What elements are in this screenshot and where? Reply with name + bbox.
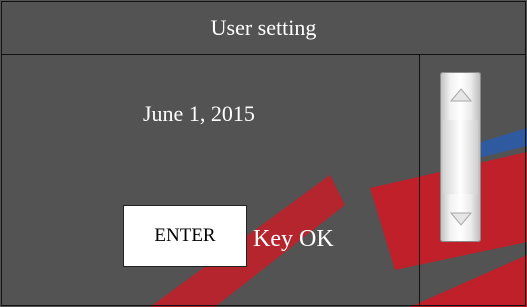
column-divider — [419, 55, 420, 305]
title-bar: User setting — [2, 2, 525, 54]
vertical-scrollbar[interactable] — [440, 72, 481, 242]
enter-button[interactable]: ENTER — [123, 205, 247, 267]
page-title: User setting — [210, 15, 317, 40]
triangle-down-icon — [449, 212, 472, 226]
scroll-up-button[interactable] — [440, 72, 481, 118]
user-setting-screen: User setting June 1, 2015 ENTER Key OK — [0, 0, 527, 307]
triangle-up-icon — [449, 88, 472, 102]
watermark-red-stroke-lower — [410, 255, 527, 307]
key-status-text: Key OK — [253, 226, 334, 252]
date-text: June 1, 2015 — [143, 101, 255, 126]
title-divider — [2, 54, 525, 55]
scroll-down-button[interactable] — [440, 196, 481, 242]
scroll-thumb[interactable] — [443, 120, 478, 194]
